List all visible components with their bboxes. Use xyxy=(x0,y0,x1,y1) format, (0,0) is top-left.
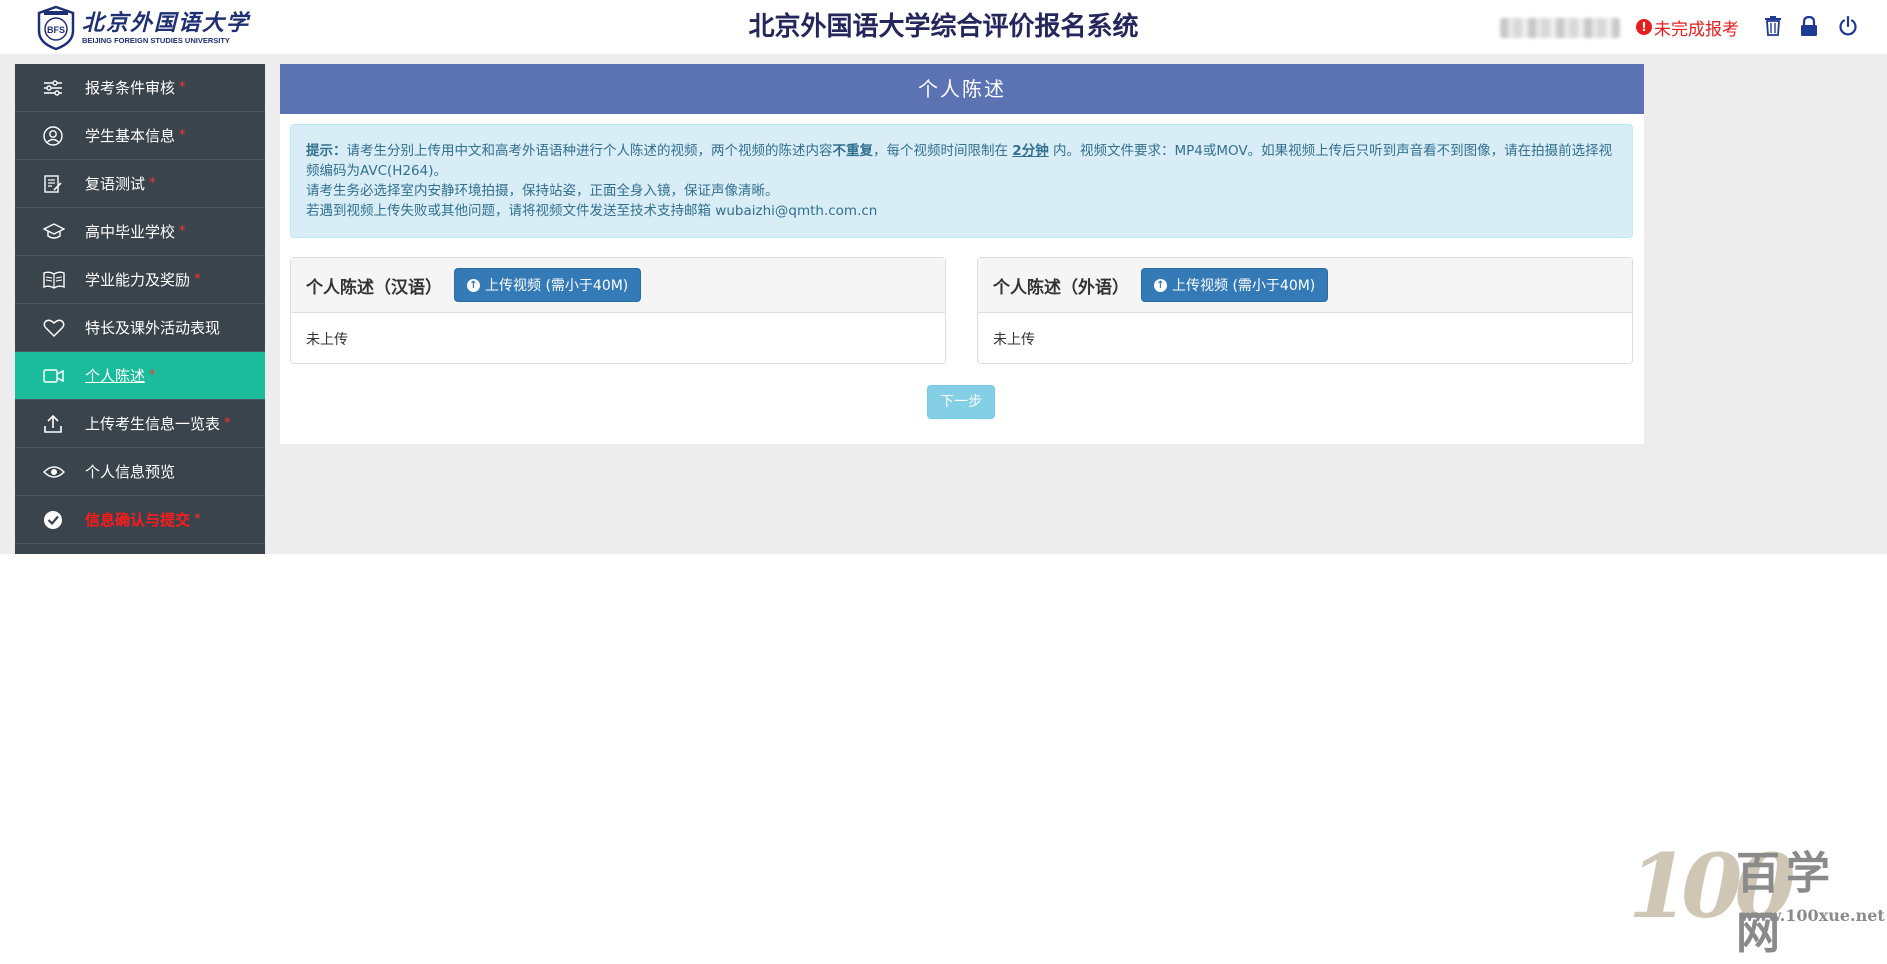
sidebar-item-high-school[interactable]: 高中毕业学校 * xyxy=(15,208,265,256)
required-mark: * xyxy=(149,176,156,191)
book-icon xyxy=(43,271,65,289)
logo-english-name: BEIJING FOREIGN STUDIES UNIVERSITY xyxy=(82,36,230,45)
eye-icon xyxy=(43,465,65,478)
logo-chinese-name: 北京外国语大学 xyxy=(82,10,251,36)
upload-icon xyxy=(44,414,62,433)
username-blurred xyxy=(1500,18,1620,38)
heart-icon xyxy=(43,319,65,337)
lock-icon xyxy=(1801,16,1817,36)
notice-text: 请考生分别上传用中文和高考外语语种进行个人陈述的视频，两个视频的陈述内容 xyxy=(346,143,833,159)
sidebar-item-multilingual-test[interactable]: 复语测试 * xyxy=(15,160,265,208)
required-mark: * xyxy=(179,128,186,143)
university-seal-icon: BFS xyxy=(37,5,75,51)
required-mark: * xyxy=(224,416,231,431)
required-mark: * xyxy=(194,512,201,527)
notice-text: ，每个视频时间限制在 xyxy=(873,143,1013,159)
sliders-icon xyxy=(44,79,62,96)
alert-icon: ! xyxy=(1636,19,1652,35)
sidebar-item-label: 报考条件审核 xyxy=(85,79,176,97)
logo-text: 北京外国语大学 BEIJING FOREIGN STUDIES UNIVERSI… xyxy=(82,10,250,46)
sidebar-item-label: 复语测试 xyxy=(85,175,146,193)
arrow-up-circle-icon: ↑ xyxy=(1154,278,1167,292)
statement-card-chinese: 个人陈述（汉语） ↑ 上传视频 (需小于40M) 未上传 xyxy=(290,257,946,364)
logout-button[interactable] xyxy=(1837,14,1859,38)
upload-video-button-foreign[interactable]: ↑ 上传视频 (需小于40M) xyxy=(1141,268,1329,302)
sidebar-item-info-preview[interactable]: 个人信息预览 xyxy=(15,448,265,496)
sidebar-item-academic-awards[interactable]: 学业能力及奖励 * xyxy=(15,256,265,304)
upload-video-button-chinese[interactable]: ↑ 上传视频 (需小于40M) xyxy=(454,268,642,302)
required-mark: * xyxy=(179,80,186,95)
notice-box: 提示：请考生分别上传用中文和高考外语语种进行个人陈述的视频，两个视频的陈述内容不… xyxy=(290,124,1633,238)
site-title: 北京外国语大学综合评价报名系统 xyxy=(748,12,1139,42)
notice-emphasis: 不重复 xyxy=(832,143,874,159)
sidebar-item-basic-info[interactable]: 学生基本信息 * xyxy=(15,112,265,160)
notice-line-3: 若遇到视频上传失败或其他问题，请将视频文件发送至技术支持邮箱 wubaizhi@… xyxy=(306,203,878,219)
sidebar-item-label: 上传考生信息一览表 xyxy=(85,415,221,433)
sidebar-nav: 报考条件审核 * 学生基本信息 * 复语测试 * 高中毕业学校 * 学业能力及奖… xyxy=(15,64,265,554)
sidebar-item-eligibility-review[interactable]: 报考条件审核 * xyxy=(15,64,265,112)
upload-status: 未上传 xyxy=(993,332,1035,348)
notice-label: 提示： xyxy=(306,143,347,159)
required-mark: * xyxy=(149,368,156,383)
lock-button[interactable] xyxy=(1798,14,1820,38)
video-icon xyxy=(43,368,64,383)
upload-status: 未上传 xyxy=(306,332,348,348)
notice-line-1: 提示：请考生分别上传用中文和高考外语语种进行个人陈述的视频，两个视频的陈述内容不… xyxy=(306,141,1617,181)
user-icon xyxy=(43,125,63,146)
sidebar-item-label: 高中毕业学校 xyxy=(85,223,176,241)
sidebar-item-label: 个人信息预览 xyxy=(85,463,176,481)
sidebar-item-label: 个人陈述 xyxy=(85,367,146,385)
sidebar-item-extracurricular[interactable]: 特长及课外活动表现 xyxy=(15,304,265,352)
card-title: 个人陈述（汉语） xyxy=(306,277,442,298)
edit-document-icon xyxy=(44,174,62,193)
registration-status: ! 未完成报考 xyxy=(1636,15,1739,40)
delete-button[interactable] xyxy=(1762,14,1784,38)
card-title: 个人陈述（外语） xyxy=(993,277,1129,298)
top-header: BFS 北京外国语大学 BEIJING FOREIGN STUDIES UNIV… xyxy=(0,0,1887,54)
check-circle-icon xyxy=(44,510,62,529)
sidebar-item-label: 学生基本信息 xyxy=(85,127,176,145)
svg-text:BFS: BFS xyxy=(47,25,65,35)
card-header: 个人陈述（汉语） ↑ 上传视频 (需小于40M) xyxy=(291,258,945,313)
notice-time-limit: 2分钟 xyxy=(1012,143,1049,159)
power-icon xyxy=(1839,16,1857,36)
upload-button-label: 上传视频 (需小于40M) xyxy=(1172,278,1316,294)
arrow-up-circle-icon: ↑ xyxy=(467,278,480,292)
trash-icon xyxy=(1765,16,1781,36)
sidebar-item-label: 信息确认与提交 xyxy=(85,511,191,529)
site-watermark: 100 百学网 www.100xue.net xyxy=(1628,838,1885,959)
watermark-chinese: 百学网 xyxy=(1736,848,1836,959)
required-mark: * xyxy=(179,224,186,239)
card-header: 个人陈述（外语） ↑ 上传视频 (需小于40M) xyxy=(978,258,1632,313)
notice-line-2: 请考生务必选择室内安静环境拍摄，保持站姿，正面全身入镜，保证声像清晰。 xyxy=(306,183,779,199)
sidebar-item-label: 学业能力及奖励 xyxy=(85,271,191,289)
watermark-url: www.100xue.net xyxy=(1740,906,1885,925)
statement-card-foreign: 个人陈述（外语） ↑ 上传视频 (需小于40M) 未上传 xyxy=(977,257,1633,364)
registration-status-text: 未完成报考 xyxy=(1654,19,1739,40)
sidebar-item-label: 特长及课外活动表现 xyxy=(85,319,221,337)
required-mark: * xyxy=(194,272,201,287)
page-title: 个人陈述 xyxy=(280,64,1644,114)
university-logo[interactable]: BFS 北京外国语大学 BEIJING FOREIGN STUDIES UNIV… xyxy=(36,5,250,51)
upload-button-label: 上传视频 (需小于40M) xyxy=(485,278,629,294)
sidebar-item-personal-statement[interactable]: 个人陈述 * xyxy=(15,352,265,400)
graduation-cap-icon xyxy=(43,222,65,239)
next-step-button[interactable]: 下一步 xyxy=(927,385,995,419)
main-panel: 个人陈述 提示：请考生分别上传用中文和高考外语语种进行个人陈述的视频，两个视频的… xyxy=(280,64,1644,444)
sidebar-item-upload-info-sheet[interactable]: 上传考生信息一览表 * xyxy=(15,400,265,448)
sidebar-item-confirm-submit[interactable]: 信息确认与提交 * xyxy=(15,496,265,544)
